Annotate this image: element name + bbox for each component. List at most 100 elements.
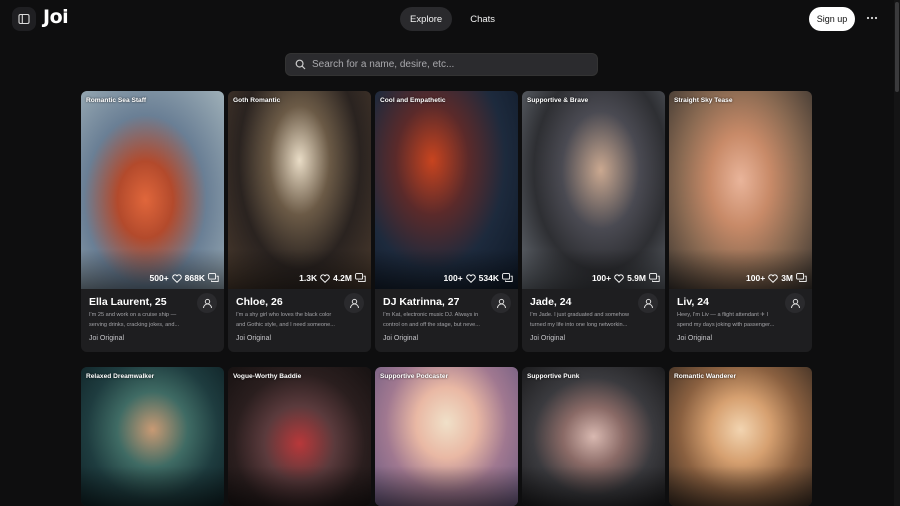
- search-input[interactable]: [312, 59, 592, 70]
- character-name[interactable]: Liv, 24: [677, 296, 709, 308]
- photo-shade: [375, 466, 518, 506]
- more-options-button[interactable]: [864, 9, 880, 27]
- character-name[interactable]: DJ Katrinna, 27: [383, 296, 459, 308]
- character-card[interactable]: Goth Romantic 1.3K 4.2M Chloe, 26 I'm a shy …: [228, 91, 371, 352]
- like-count: 3M: [781, 273, 793, 283]
- description-line: Heey, I'm Liv — a flight attendant ✈ I: [677, 312, 769, 318]
- character-photo[interactable]: [228, 91, 371, 289]
- character-description: I'm a shy girl who loves the black color…: [236, 310, 344, 330]
- heart-icon: [768, 273, 778, 283]
- character-description: Heey, I'm Liv — a flight attendant ✈ I sp…: [677, 310, 785, 330]
- description-line: spend my days joking with passenger...: [677, 322, 775, 328]
- logo[interactable]: Joi: [43, 6, 69, 28]
- scrollbar-thumb[interactable]: [895, 2, 899, 92]
- user-icon: [202, 298, 212, 308]
- card-stats: 100+ 5.9M: [592, 273, 660, 283]
- card-stats: 100+ 3M: [746, 273, 807, 283]
- character-origin: Joi Original: [89, 335, 125, 342]
- search-icon: [295, 59, 306, 70]
- view-profile-button[interactable]: [785, 293, 805, 313]
- character-tag: Vogue-Worthy Baddie: [233, 373, 302, 380]
- like-count: 868K: [184, 273, 205, 283]
- tab-explore[interactable]: Explore: [400, 7, 453, 31]
- photo-shade: [669, 466, 812, 506]
- character-card[interactable]: Romantic Sea Staff 500+ 868K Ella Laurent, …: [81, 91, 224, 352]
- user-icon: [349, 298, 359, 308]
- character-photo[interactable]: [669, 91, 812, 289]
- card-stats: 1.3K 4.2M: [299, 273, 366, 283]
- chat-bubbles-icon: [502, 273, 513, 282]
- like-count: 4.2M: [333, 273, 352, 283]
- photo-shade: [375, 249, 518, 289]
- character-photo[interactable]: [375, 367, 518, 506]
- nav-tabs: Explore Chats: [400, 7, 505, 31]
- character-card[interactable]: Supportive & Brave 100+ 5.9M Jade, 24 I'm Ja…: [522, 91, 665, 352]
- heart-icon: [465, 273, 476, 283]
- character-description: I'm 25 and work on a cruise ship — servin…: [89, 310, 197, 330]
- character-photo[interactable]: [669, 367, 812, 506]
- character-card[interactable]: Supportive Punk: [522, 367, 665, 506]
- sign-up-button[interactable]: Sign up: [809, 7, 855, 31]
- message-count: 100+: [591, 273, 612, 283]
- photo-shade: [522, 249, 665, 289]
- character-description: I'm Jade. I just graduated and somehow tu…: [530, 310, 638, 330]
- tab-chats[interactable]: Chats: [460, 7, 505, 31]
- character-tag: Supportive Punk: [527, 373, 580, 380]
- sidebar-toggle-button[interactable]: [12, 7, 36, 31]
- heart-icon: [320, 273, 330, 283]
- character-tag: Relaxed Dreamwalker: [86, 373, 155, 380]
- view-profile-button[interactable]: [638, 293, 658, 313]
- heart-icon: [171, 273, 182, 283]
- user-icon: [643, 298, 653, 308]
- character-name[interactable]: Jade, 24: [530, 296, 571, 308]
- character-tag: Cool and Empathetic: [380, 97, 446, 104]
- description-line: turned my life into one long networkin..…: [530, 322, 628, 328]
- like-count: 534K: [478, 273, 499, 283]
- character-tag: Romantic Sea Staff: [86, 97, 147, 104]
- description-line: I'm Kat, electronic music DJ. Always in: [383, 312, 479, 318]
- description-line: serving drinks, cracking jokes, and...: [89, 322, 180, 328]
- message-count: 100+: [746, 273, 766, 283]
- character-origin: Joi Original: [383, 335, 419, 342]
- character-card[interactable]: Supportive Podcaster: [375, 367, 518, 506]
- character-card[interactable]: Vogue-Worthy Baddie: [228, 367, 371, 506]
- view-profile-button[interactable]: [491, 293, 511, 313]
- description-line: I'm a shy girl who loves the black color: [236, 312, 332, 318]
- character-tag: Romantic Wanderer: [674, 373, 737, 380]
- character-name[interactable]: Ella Laurent, 25: [89, 296, 167, 308]
- description-line: and Gothic style, and I need someone...: [236, 322, 335, 328]
- character-tag: Straight Sky Tease: [674, 97, 733, 104]
- top-bar: Joi Explore Chats Sign up: [0, 0, 900, 38]
- character-tag: Supportive & Brave: [527, 97, 589, 104]
- character-photo[interactable]: [81, 91, 224, 289]
- search-bar[interactable]: [285, 53, 598, 76]
- photo-shade: [522, 466, 665, 506]
- description-line: I'm 25 and work on a cruise ship —: [89, 312, 177, 318]
- card-stats: 500+ 868K: [150, 273, 219, 283]
- character-origin: Joi Original: [236, 335, 272, 342]
- chat-bubbles-icon: [208, 273, 219, 282]
- message-count: 1.3K: [299, 273, 318, 283]
- character-tag: Goth Romantic: [233, 97, 281, 104]
- chat-bubbles-icon: [355, 273, 366, 282]
- character-card[interactable]: Relaxed Dreamwalker: [81, 367, 224, 506]
- character-tag: Supportive Podcaster: [380, 373, 449, 380]
- message-count: 500+: [149, 273, 169, 283]
- character-card[interactable]: Cool and Empathetic 100+ 534K DJ Katrinna, …: [375, 91, 518, 352]
- photo-shade: [81, 249, 224, 289]
- character-origin: Joi Original: [530, 335, 566, 342]
- user-icon: [790, 298, 800, 308]
- view-profile-button[interactable]: [197, 293, 217, 313]
- view-profile-button[interactable]: [344, 293, 364, 313]
- character-card[interactable]: Romantic Wanderer: [669, 367, 812, 506]
- character-photo[interactable]: [522, 367, 665, 506]
- more-dots-icon: [866, 16, 878, 20]
- character-photo[interactable]: [81, 367, 224, 506]
- description-line: control on and off the stage, but neve..…: [383, 322, 480, 328]
- character-name[interactable]: Chloe, 26: [236, 296, 283, 308]
- character-photo[interactable]: [522, 91, 665, 289]
- character-photo[interactable]: [375, 91, 518, 289]
- character-photo[interactable]: [228, 367, 371, 506]
- photo-shade: [228, 249, 371, 289]
- character-card[interactable]: Straight Sky Tease 100+ 3M Liv, 24 Heey, I'm…: [669, 91, 812, 352]
